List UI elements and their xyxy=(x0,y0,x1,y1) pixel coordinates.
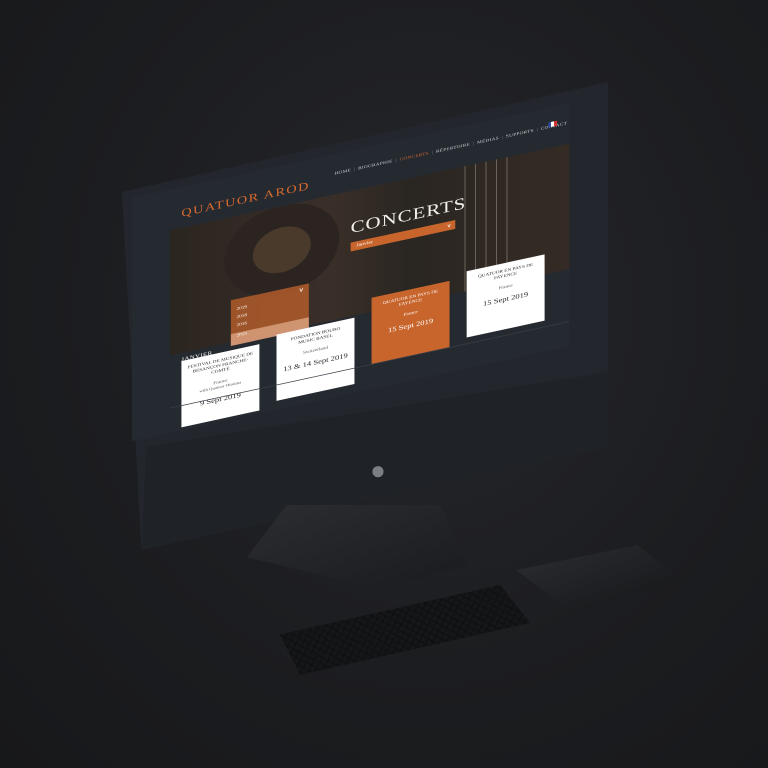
monitor-stand xyxy=(247,505,467,589)
nav-supports[interactable]: SUPPORTS xyxy=(503,128,537,140)
keyboard xyxy=(280,585,530,675)
year-option[interactable]: 2016 xyxy=(237,321,247,328)
year-option[interactable]: 2019 xyxy=(237,305,247,312)
nav-medias[interactable]: MÉDIAS xyxy=(474,136,501,146)
trackpad xyxy=(516,545,684,611)
nav-home[interactable]: HOME xyxy=(332,168,354,177)
chevron-down-icon: ∨ xyxy=(298,285,305,294)
year-option[interactable]: 2018 xyxy=(237,313,247,320)
apple-logo-icon: ● xyxy=(370,456,386,485)
nav-biographie[interactable]: BIOGRAPHIE xyxy=(355,159,395,172)
nav-concerts[interactable]: CONCERTS xyxy=(397,151,432,163)
keyboard-keys xyxy=(280,585,530,675)
chevron-down-icon: ∨ xyxy=(446,222,452,230)
nav-repertoire[interactable]: RÉPERTOIRE xyxy=(433,142,473,155)
month-select-value: Janvier xyxy=(356,240,373,249)
